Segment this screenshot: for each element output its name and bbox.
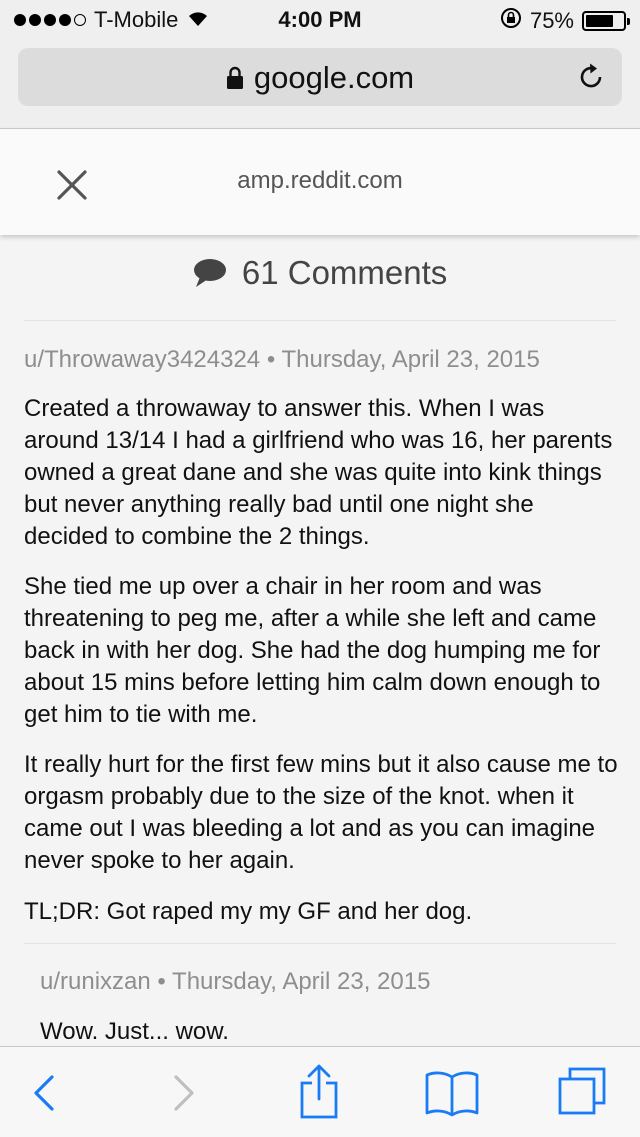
address-bar[interactable]: google.com	[18, 48, 622, 106]
tabs-icon[interactable]	[556, 1065, 606, 1117]
battery-percent: 75%	[529, 8, 574, 33]
divider	[24, 943, 616, 944]
reply-meta: u/runixzan • Thursday, April 23, 2015	[40, 968, 430, 996]
forward-icon[interactable]	[158, 1069, 208, 1117]
meta-separator: •	[157, 968, 166, 995]
lock-icon	[226, 62, 244, 98]
amp-host: amp.reddit.com	[237, 167, 403, 194]
battery-icon	[582, 11, 630, 31]
comments-count-header: 61 Comments	[0, 254, 640, 292]
post-paragraph: Created a throwaway to answer this. When…	[24, 395, 613, 550]
reload-icon[interactable]	[576, 62, 606, 97]
status-right: 75%	[500, 7, 630, 35]
browser-toolbar	[0, 1046, 640, 1137]
post-paragraph: It really hurt for the first few mins bu…	[24, 751, 618, 874]
meta-separator: •	[266, 346, 276, 373]
url-text: google.com	[253, 60, 415, 95]
status-bar: T-Mobile 4:00 PM 75%	[0, 0, 640, 40]
post-paragraph: TL;DR: Got raped my my GF and her dog.	[24, 898, 473, 925]
orientation-lock-icon	[500, 7, 522, 35]
url-display: google.com	[18, 60, 622, 98]
post-paragraph: She tied me up over a chair in her room …	[24, 573, 601, 728]
browser-chrome: google.com	[0, 40, 640, 129]
divider	[24, 320, 616, 321]
reply-text: Wow. Just... wow.	[40, 1018, 229, 1045]
amp-header: amp.reddit.com	[0, 129, 640, 235]
back-icon[interactable]	[22, 1069, 72, 1117]
post-meta: u/Throwaway3424324 • Thursday, April 23,…	[24, 346, 540, 374]
reply-author[interactable]: u/runixzan	[40, 968, 151, 995]
share-icon[interactable]	[294, 1063, 344, 1119]
speech-bubble-icon	[193, 254, 242, 291]
bookmarks-icon[interactable]	[424, 1069, 480, 1117]
post-author[interactable]: u/Throwaway3424324	[24, 346, 260, 373]
post-date: Thursday, April 23, 2015	[281, 346, 540, 373]
comments-count: 61 Comments	[241, 254, 448, 291]
reply-date: Thursday, April 23, 2015	[172, 968, 431, 995]
comments-page: 61 Comments u/Throwaway3424324 • Thursda…	[0, 238, 640, 1046]
